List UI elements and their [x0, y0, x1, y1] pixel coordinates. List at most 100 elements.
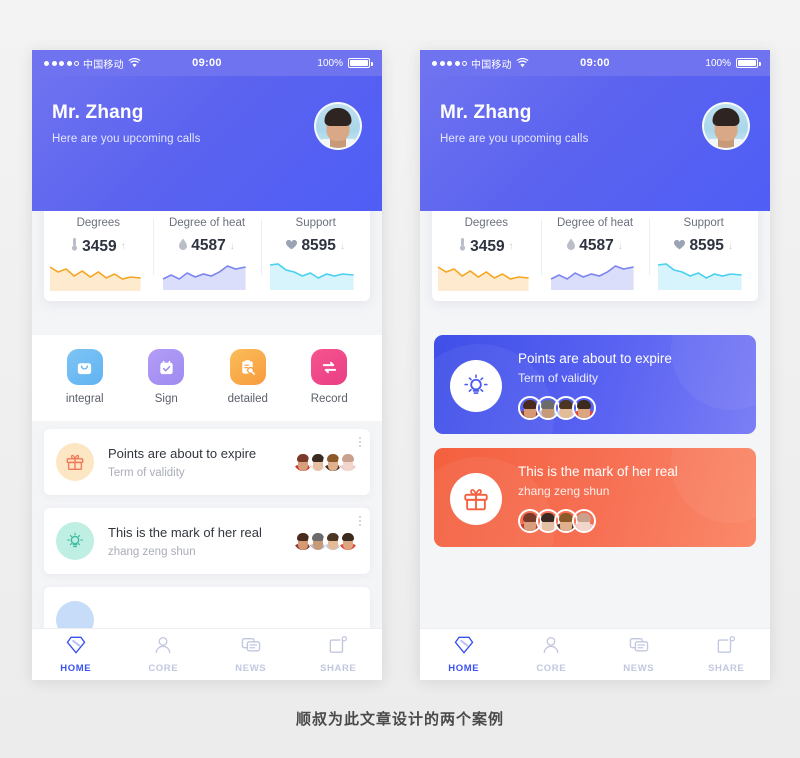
stat-label: Degree of heat	[168, 217, 246, 229]
status-bar-left: 中国移动	[432, 56, 529, 71]
stat-trend-icon: ↑	[120, 241, 126, 252]
content-scroll-area[interactable]: Member data 97,808.55 ↑ Degrees	[32, 211, 382, 628]
circle-placeholder-icon	[56, 601, 94, 628]
avatar[interactable]	[314, 102, 362, 150]
banner-subtitle: zhang zeng shun	[518, 484, 610, 498]
list-item-text: This is the mark of her real zhang zeng …	[108, 525, 285, 558]
status-bar-right: 100%	[317, 58, 373, 69]
avatar-group[interactable]	[285, 452, 358, 472]
nav-label: SHARE	[320, 662, 357, 674]
diamond-icon	[66, 636, 86, 659]
nav-item-news[interactable]: NEWS	[595, 629, 683, 680]
gift-icon	[450, 472, 502, 525]
member-data-card[interactable]: Member data 97,808.55 ↑ Degrees	[432, 211, 758, 301]
list-item-text: Points are about to expire Term of valid…	[108, 446, 285, 479]
quick-action-detailed[interactable]: detailed	[207, 349, 289, 405]
avatar-group[interactable]	[518, 509, 678, 533]
stat-value-row: 8595 ↓	[653, 237, 754, 255]
quick-action-label: Sign	[154, 393, 178, 405]
stat-support[interactable]: Support 8595 ↓	[261, 217, 370, 291]
gift-icon	[56, 443, 94, 481]
nav-item-share[interactable]: SHARE	[295, 629, 383, 680]
phone-screen-left: 中国移动 09:00 100% Mr. Zhang Here are you u…	[32, 50, 382, 680]
stat-support[interactable]: Support 8595 ↓	[649, 217, 758, 291]
quick-action-integral[interactable]: integral	[44, 349, 126, 405]
carrier-label: 中国移动	[471, 59, 512, 71]
battery-icon	[736, 58, 761, 68]
avatar[interactable]	[702, 102, 750, 150]
figure-caption: 顺叔为此文章设计的两个案例	[295, 711, 504, 728]
stat-label: Support	[683, 217, 724, 229]
stat-trend-icon: ↑	[508, 241, 514, 252]
share-square-icon	[328, 635, 348, 659]
stat-number: 8595	[301, 237, 336, 254]
stat-label: Degree of heat	[556, 217, 634, 229]
signal-dots-icon	[44, 60, 79, 66]
heart-icon	[674, 237, 686, 255]
nav-item-news[interactable]: NEWS	[207, 629, 295, 680]
kebab-menu-icon[interactable]	[359, 437, 361, 447]
stat-number: 4587	[191, 237, 226, 254]
chat-icon	[629, 636, 649, 659]
carrier-label: 中国移动	[83, 59, 124, 71]
sparkline-degree-of-heat	[157, 260, 258, 290]
transfer-arrows-icon	[311, 349, 348, 385]
stat-degrees[interactable]: Degrees 3459 ↑	[432, 217, 541, 291]
nav-item-core[interactable]: CORE	[508, 629, 596, 680]
flame-drop-icon	[179, 237, 188, 255]
quick-actions-row: integral Sign detailed Record	[32, 335, 382, 421]
stat-value-row: 4587 ↓	[545, 237, 646, 255]
status-bar: 中国移动 09:00 100%	[420, 50, 770, 76]
diamond-icon	[454, 636, 474, 659]
member-data-card[interactable]: Member data 97,808.55 ↑ Degrees	[44, 211, 370, 301]
list-item[interactable]: Points are about to expire Term of valid…	[44, 429, 370, 495]
person-icon	[153, 636, 173, 659]
user-subtitle: Here are you upcoming calls	[440, 133, 589, 145]
avatar-item	[572, 396, 596, 420]
profile-text: Mr. Zhang Here are you upcoming calls	[52, 102, 200, 145]
stat-label: Degrees	[464, 217, 509, 229]
list-item[interactable]: This is the mark of her real zhang zeng …	[44, 508, 370, 574]
list-item[interactable]	[44, 587, 370, 628]
stat-degrees[interactable]: Degrees 3459 ↑	[44, 217, 153, 291]
chat-icon	[241, 636, 261, 659]
status-bar-right: 100%	[705, 57, 761, 69]
profile-header: Mr. Zhang Here are you upcoming calls	[32, 76, 382, 211]
banner-card-text: This is the mark of her real zhang zeng …	[518, 464, 678, 533]
heart-icon	[286, 237, 298, 255]
stat-number: 4587	[579, 237, 614, 254]
battery-percent-label: 100%	[705, 57, 731, 69]
sparkline-support	[265, 260, 366, 290]
nav-item-home[interactable]: HOME	[420, 629, 508, 680]
profile-header-inner: Mr. Zhang Here are you upcoming calls	[420, 76, 770, 150]
flame-drop-icon	[567, 237, 576, 255]
banner-card-mark[interactable]: This is the mark of her real zhang zeng …	[434, 448, 756, 547]
nav-label: CORE	[148, 662, 179, 674]
stat-trend-icon: ↓	[727, 240, 733, 252]
thermometer-icon	[71, 237, 78, 256]
nav-item-core[interactable]: CORE	[120, 629, 208, 680]
quick-action-sign[interactable]: Sign	[126, 349, 208, 405]
stat-trend-icon: ↓	[339, 240, 345, 252]
person-icon	[541, 636, 561, 659]
nav-item-share[interactable]: SHARE	[683, 629, 771, 680]
stat-degree-of-heat[interactable]: Degree of heat 4587 ↓	[540, 217, 650, 291]
sparkline-degree-of-heat	[545, 260, 646, 290]
avatar-group[interactable]	[518, 396, 672, 420]
sparkline-degrees	[436, 261, 537, 291]
status-bar: 中国移动 09:00 100%	[32, 50, 382, 76]
nav-label: NEWS	[623, 662, 655, 674]
avatar-group[interactable]	[285, 531, 358, 551]
signal-dots-icon	[432, 60, 467, 66]
content-scroll-area[interactable]: Member data 97,808.55 ↑ Degrees	[420, 211, 770, 628]
stat-degree-of-heat[interactable]: Degree of heat 4587 ↓	[152, 217, 262, 291]
kebab-menu-icon[interactable]	[359, 516, 361, 526]
nav-label: HOME	[60, 662, 92, 674]
list-item-title: This is the mark of her real	[108, 524, 262, 540]
list-item-title: Points are about to expire	[108, 445, 257, 461]
banner-card-points[interactable]: Points are about to expire Term of valid…	[434, 335, 756, 434]
clipboard-search-icon	[229, 349, 266, 385]
stat-number: 3459	[470, 237, 505, 255]
quick-action-record[interactable]: Record	[289, 349, 371, 405]
nav-item-home[interactable]: HOME	[32, 629, 120, 680]
